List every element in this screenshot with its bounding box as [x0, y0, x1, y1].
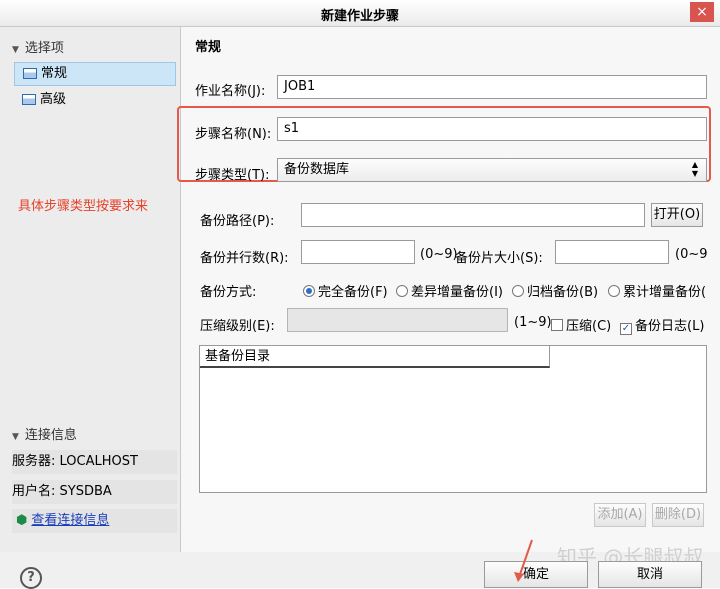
checkbox-checked-icon: ✓ — [620, 323, 632, 335]
radio-label: 归档备份(B) — [527, 285, 599, 300]
compress-level-label: 压缩级别(E): — [200, 319, 275, 334]
compress-range: (1~9) — [514, 315, 552, 330]
radio-selected-icon — [303, 285, 315, 297]
step-type-select[interactable]: 备份数据库 ▲ ▼ — [277, 158, 707, 182]
checkbox-icon — [551, 319, 563, 331]
step-name-label: 步骤名称(N): — [195, 127, 272, 142]
add-button[interactable]: 添加(A) — [594, 503, 646, 527]
annotation-arrow-icon — [514, 539, 533, 582]
radio-icon — [396, 285, 408, 297]
section-heading: 常规 — [195, 40, 222, 55]
method-full-radio[interactable]: 完全备份(F) — [303, 281, 388, 300]
radio-label: 差异增量备份(I) — [411, 285, 503, 300]
server-info: 服务器: LOCALHOST — [12, 450, 177, 474]
page-icon — [22, 94, 36, 105]
close-button[interactable]: × — [690, 2, 714, 22]
parallel-range: (0~9) — [420, 247, 458, 262]
delete-button[interactable]: 删除(D) — [652, 503, 704, 527]
method-diff-radio[interactable]: 差异增量备份(I) — [396, 281, 503, 300]
backup-path-field[interactable] — [301, 203, 645, 227]
compress-level-field[interactable] — [287, 308, 508, 332]
collapse-triangle-icon: ▼ — [12, 45, 19, 55]
open-button[interactable]: 打开(O) — [651, 203, 703, 227]
radio-icon — [608, 285, 620, 297]
dialog-window: 新建作业步骤 × ▼ 选择项 常规 高级 具体步骤类型按要求来 ▼ 连接信息 服务器… — [0, 0, 720, 589]
job-name-label: 作业名称(J): — [195, 84, 266, 99]
connection-section-header[interactable]: ▼ 连接信息 — [12, 424, 77, 443]
user-info: 用户名: SYSDBA — [12, 480, 177, 504]
backup-method-label: 备份方式: — [200, 285, 257, 300]
job-name-field[interactable]: JOB1 — [277, 75, 707, 99]
view-connection-link[interactable]: 查看连接信息 — [31, 513, 109, 528]
backup-path-label: 备份路径(P): — [200, 214, 275, 229]
piece-size-field[interactable] — [555, 240, 669, 264]
select-arrows-icon: ▲ ▼ — [691, 160, 698, 178]
step-type-value: 备份数据库 — [284, 162, 350, 177]
sidebar-item-advanced[interactable]: 高级 — [14, 89, 174, 111]
base-backup-table[interactable]: 基备份目录 — [199, 345, 707, 493]
connection-icon: ⬢ — [16, 513, 28, 528]
cancel-button[interactable]: 取消 — [598, 561, 702, 588]
window-title: 新建作业步骤 — [320, 9, 399, 24]
connection-section-title: 连接信息 — [24, 428, 77, 443]
checkbox-label: 压缩(C) — [566, 319, 612, 334]
radio-label: 累计增量备份( — [623, 285, 707, 300]
ok-button[interactable]: 确定 — [484, 561, 588, 588]
sidebar-item-label: 常规 — [41, 66, 68, 81]
piece-size-range: (0~9 — [675, 247, 708, 262]
parallel-field[interactable] — [301, 240, 415, 264]
parallel-label: 备份并行数(R): — [200, 251, 289, 266]
sidebar-item-label: 高级 — [40, 92, 67, 107]
method-archive-radio[interactable]: 归档备份(B) — [512, 281, 598, 300]
annotation-text: 具体步骤类型按要求来 — [18, 199, 149, 214]
table-column-header[interactable]: 基备份目录 — [200, 346, 550, 368]
collapse-triangle-icon: ▼ — [12, 432, 19, 442]
piece-size-label: 备份片大小(S): — [455, 251, 543, 266]
options-section-header[interactable]: ▼ 选择项 — [12, 37, 64, 56]
checkbox-label: 备份日志(L) — [635, 319, 705, 334]
step-type-label: 步骤类型(T): — [195, 168, 270, 183]
radio-icon — [512, 285, 524, 297]
backup-log-checkbox[interactable]: ✓ 备份日志(L) — [620, 315, 704, 335]
options-section-title: 选择项 — [24, 41, 64, 56]
title-bar: 新建作业步骤 × — [0, 0, 720, 27]
view-connection-row: ⬢ 查看连接信息 — [12, 509, 177, 533]
sidebar-item-general[interactable]: 常规 — [14, 62, 176, 86]
method-cumulative-radio[interactable]: 累计增量备份( — [608, 281, 706, 300]
radio-label: 完全备份(F) — [318, 285, 388, 300]
page-icon — [23, 68, 37, 79]
step-name-field[interactable]: s1 — [277, 117, 707, 141]
compress-checkbox[interactable]: 压缩(C) — [551, 315, 611, 334]
sidebar: ▼ 选择项 常规 高级 具体步骤类型按要求来 ▼ 连接信息 服务器: LOCALHO… — [0, 27, 181, 552]
help-icon[interactable]: ? — [20, 567, 42, 589]
